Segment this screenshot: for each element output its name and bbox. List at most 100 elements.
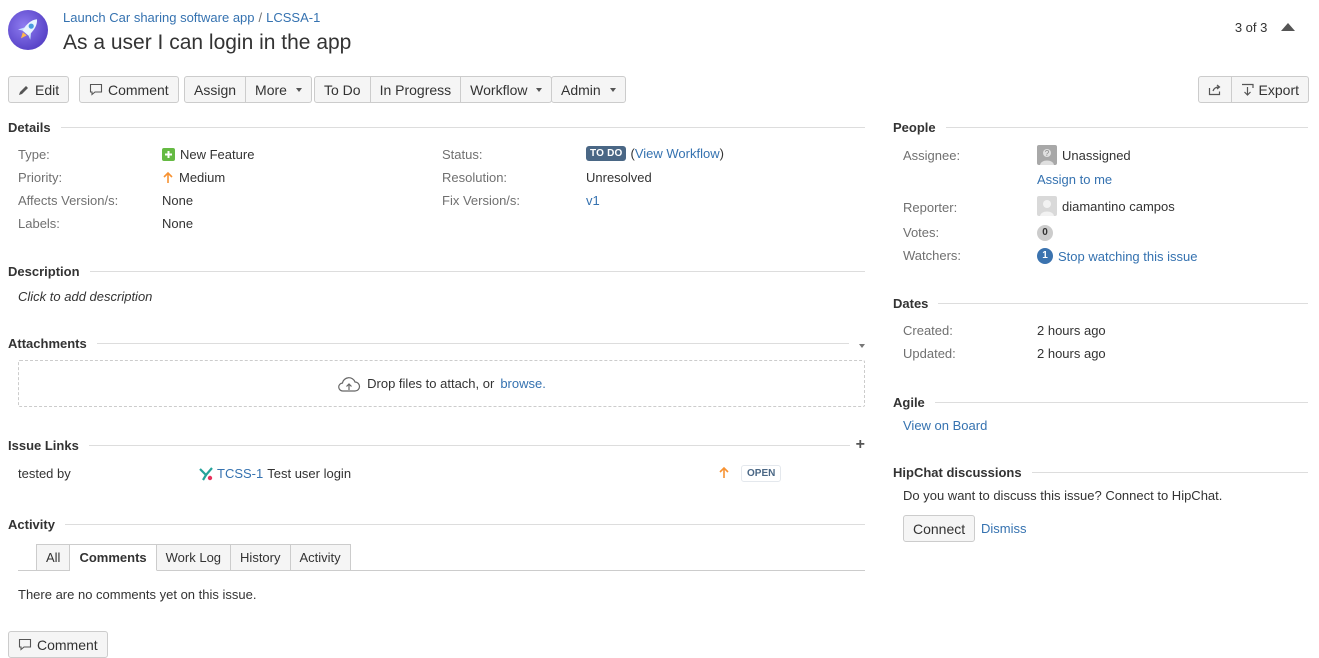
previous-issue-arrow-icon[interactable] bbox=[1281, 23, 1295, 31]
divider bbox=[64, 524, 865, 525]
in-progress-button-label: In Progress bbox=[379, 81, 452, 98]
view-workflow-wrapper: (View Workflow) bbox=[630, 146, 724, 161]
share-button[interactable] bbox=[1197, 76, 1232, 103]
resolution-value: Unresolved bbox=[586, 170, 652, 185]
more-dropdown-button[interactable]: More bbox=[246, 76, 312, 103]
project-avatar[interactable] bbox=[8, 10, 48, 50]
view-workflow-link[interactable]: View Workflow bbox=[635, 146, 720, 161]
browse-link[interactable]: browse. bbox=[500, 376, 546, 391]
open-status-lozenge: OPEN bbox=[741, 465, 782, 482]
attachment-dropzone[interactable]: Drop files to attach, or browse. bbox=[18, 360, 865, 407]
breadcrumb-issue-key-link[interactable]: LCSSA-1 bbox=[266, 10, 320, 25]
admin-dropdown-button[interactable]: Admin bbox=[551, 76, 626, 103]
dropzone-text: Drop files to attach, or bbox=[367, 376, 495, 391]
export-dropdown-button[interactable]: Export bbox=[1231, 76, 1309, 103]
votes-value[interactable]: 0 bbox=[1037, 225, 1053, 241]
unassigned-avatar: ? bbox=[1037, 145, 1057, 165]
comment-button[interactable]: Comment bbox=[79, 76, 179, 103]
workflow-dropdown-button[interactable]: Workflow bbox=[461, 76, 553, 103]
hipchat-connect-group: Connect bbox=[903, 515, 976, 542]
priority-value[interactable]: Medium bbox=[162, 170, 225, 185]
assignee-value[interactable]: ? Unassigned bbox=[1037, 145, 1131, 165]
activity-heading[interactable]: Activity bbox=[8, 517, 865, 532]
priority-medium-arrow-icon bbox=[163, 171, 173, 183]
people-heading-label: People bbox=[893, 120, 936, 135]
tab-activity[interactable]: Activity bbox=[290, 544, 351, 571]
tab-comments[interactable]: Comments bbox=[70, 544, 157, 571]
affects-version-label: Affects Version/s: bbox=[18, 193, 119, 208]
share-icon bbox=[1208, 84, 1220, 95]
assign-button[interactable]: Assign bbox=[184, 76, 247, 103]
comment-group: Comment bbox=[79, 76, 179, 103]
comment-button-label: Comment bbox=[108, 81, 169, 98]
cloud-upload-icon bbox=[338, 376, 361, 392]
chevron-down-icon bbox=[536, 87, 543, 92]
in-progress-transition-button[interactable]: In Progress bbox=[370, 76, 462, 103]
todo-button-label: To Do bbox=[324, 81, 361, 98]
comment-icon bbox=[18, 638, 32, 651]
bottom-comment-label: Comment bbox=[37, 636, 98, 653]
chevron-down-icon bbox=[609, 87, 616, 92]
details-heading-label: Details bbox=[8, 120, 51, 135]
hipchat-heading-label: HipChat discussions bbox=[893, 465, 1022, 480]
agile-heading[interactable]: Agile bbox=[893, 395, 1308, 410]
votes-count-badge: 0 bbox=[1037, 225, 1053, 241]
dates-heading[interactable]: Dates bbox=[893, 296, 1308, 311]
dates-heading-label: Dates bbox=[893, 296, 929, 311]
issue-links-heading-label: Issue Links bbox=[8, 437, 79, 453]
reporter-name: diamantino campos bbox=[1062, 198, 1175, 214]
breadcrumb: Launch Car sharing software app / LCSSA-1 bbox=[63, 10, 320, 25]
hipchat-prompt: Do you want to discuss this issue? Conne… bbox=[903, 488, 1223, 503]
linked-issue-key-link[interactable]: TCSS-1 bbox=[217, 466, 263, 481]
details-heading[interactable]: Details bbox=[8, 120, 865, 135]
description-heading[interactable]: Description bbox=[8, 264, 865, 279]
divider bbox=[1031, 472, 1308, 473]
people-heading[interactable]: People bbox=[893, 120, 1308, 135]
view-on-board-link[interactable]: View on Board bbox=[903, 418, 987, 433]
link-relation: tested by bbox=[18, 466, 71, 481]
watchers-count-badge[interactable]: 1 bbox=[1037, 248, 1053, 264]
issue-toolbar: Edit Comment Assign More To Do In Progre… bbox=[8, 76, 1309, 104]
reporter-avatar bbox=[1037, 196, 1057, 216]
edit-button[interactable]: Edit bbox=[8, 76, 70, 103]
fix-version-link[interactable]: v1 bbox=[586, 193, 600, 208]
activity-tabs: All Comments Work Log History Activity bbox=[36, 544, 351, 572]
attachments-heading[interactable]: Attachments bbox=[8, 336, 865, 351]
divider bbox=[89, 271, 865, 272]
type-value[interactable]: New Feature bbox=[162, 147, 254, 162]
issue-summary-title[interactable]: As a user I can login in the app bbox=[63, 31, 351, 55]
description-placeholder[interactable]: Click to add description bbox=[18, 289, 152, 304]
issue-links-heading[interactable]: Issue Links + bbox=[8, 436, 865, 454]
connect-button[interactable]: Connect bbox=[903, 515, 976, 542]
rocket-icon bbox=[18, 19, 38, 40]
priority-label: Priority: bbox=[18, 170, 63, 185]
affects-version-value[interactable]: None bbox=[162, 193, 193, 208]
breadcrumb-project-link[interactable]: Launch Car sharing software app bbox=[63, 10, 255, 25]
todo-transition-button[interactable]: To Do bbox=[314, 76, 371, 103]
stop-watching-link[interactable]: Stop watching this issue bbox=[1058, 249, 1197, 264]
dismiss-link[interactable]: Dismiss bbox=[981, 521, 1027, 536]
assign-to-me-link[interactable]: Assign to me bbox=[1037, 172, 1112, 187]
tab-work-log[interactable]: Work Log bbox=[156, 544, 232, 571]
pencil-icon bbox=[19, 85, 28, 95]
divider bbox=[934, 402, 1308, 403]
linked-issue-summary[interactable]: Test user login bbox=[267, 466, 351, 481]
type-label: Type: bbox=[18, 147, 50, 162]
add-link-plus-icon[interactable]: + bbox=[856, 436, 865, 454]
reporter-value[interactable]: diamantino campos bbox=[1037, 196, 1175, 216]
votes-label: Votes: bbox=[903, 225, 940, 240]
tab-all[interactable]: All bbox=[36, 544, 71, 571]
created-label: Created: bbox=[903, 323, 953, 338]
edit-button-label: Edit bbox=[35, 81, 60, 98]
labels-value[interactable]: None bbox=[162, 216, 193, 231]
breadcrumb-separator: / bbox=[258, 10, 263, 25]
status-value: TO DO (View Workflow) bbox=[586, 146, 724, 161]
tab-history[interactable]: History bbox=[231, 544, 291, 571]
export-icon bbox=[1241, 83, 1254, 96]
labels-label: Labels: bbox=[18, 216, 60, 231]
new-feature-icon bbox=[162, 148, 175, 161]
hipchat-heading[interactable]: HipChat discussions bbox=[893, 465, 1308, 480]
attachments-options-chevron-icon[interactable] bbox=[859, 343, 865, 348]
linked-issue-priority bbox=[718, 466, 730, 479]
admin-group: Admin bbox=[551, 76, 626, 103]
